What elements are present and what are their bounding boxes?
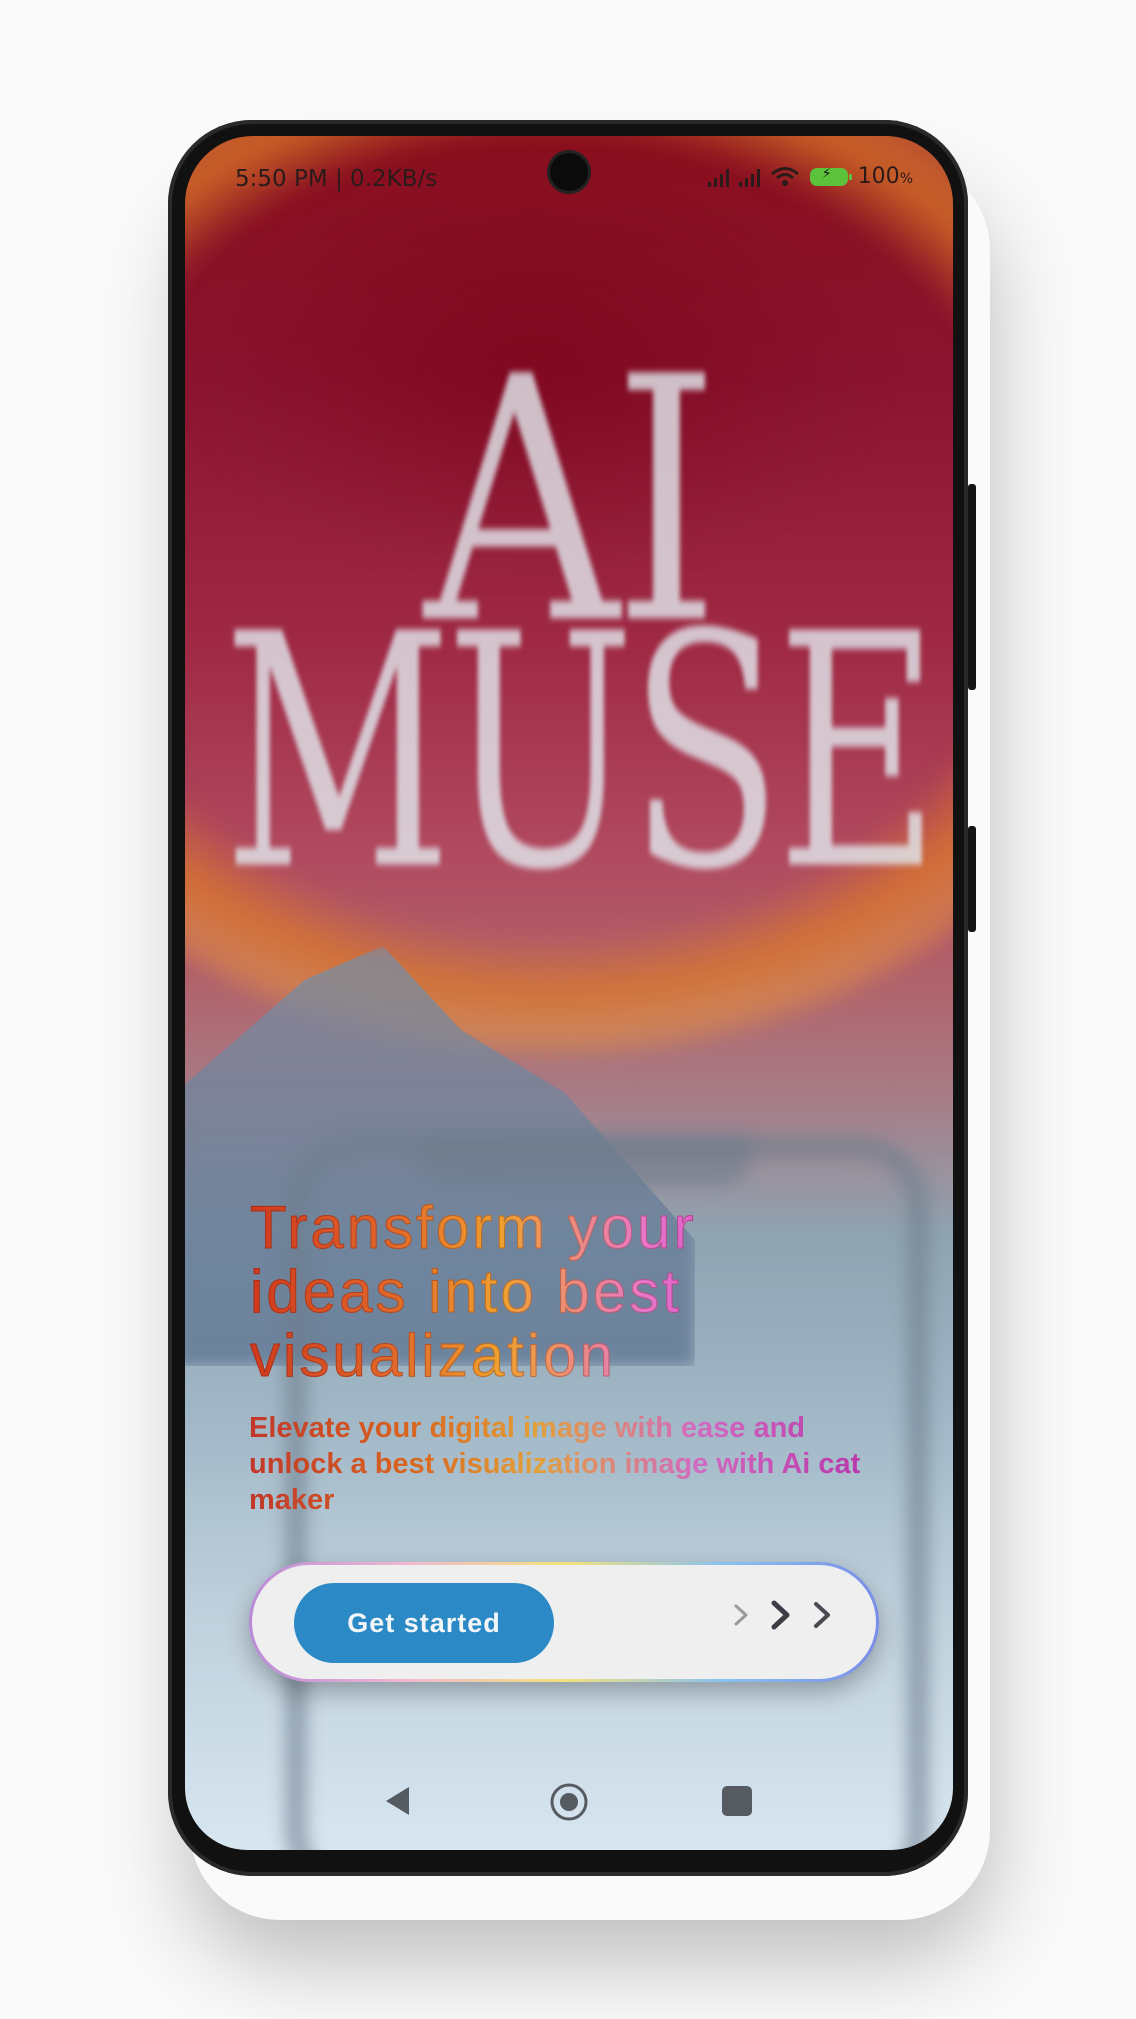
- headline: Transform your ideas into best visualiza…: [250, 1195, 810, 1388]
- system-navigation-bar: [185, 1766, 953, 1836]
- chevron-right-icon: [734, 1604, 748, 1626]
- app-screen: AI MUSE 5:50 PM | 0.2KB/s ⚡ 100% Transfo…: [185, 136, 953, 1850]
- front-camera: [550, 153, 588, 191]
- power-button: [968, 826, 976, 932]
- battery-charging-icon: ⚡: [809, 166, 852, 186]
- signal-bars-icon: [738, 167, 760, 187]
- volume-button: [968, 484, 976, 690]
- get-started-button[interactable]: Get started: [294, 1583, 554, 1663]
- status-time: 5:50 PM | 0.2KB/s: [235, 166, 438, 192]
- signal-bars-icon: [707, 167, 729, 187]
- swipe-to-start-bar[interactable]: Get started: [249, 1562, 879, 1682]
- wifi-icon: [770, 166, 799, 186]
- chevron-right-icon: [771, 1600, 790, 1630]
- status-bar: 5:50 PM | 0.2KB/s ⚡ 100%: [185, 136, 953, 216]
- status-icons: ⚡ 100%: [707, 164, 913, 189]
- back-triangle-icon[interactable]: [383, 1784, 413, 1818]
- recent-square-icon[interactable]: [722, 1786, 752, 1816]
- background-phone-notch: [420, 1136, 750, 1186]
- subtitle: Elevate your digital image with ease and…: [249, 1410, 889, 1518]
- chevron-group: [732, 1597, 832, 1633]
- chevron-right-icon: [814, 1602, 830, 1628]
- home-circle-icon[interactable]: [549, 1782, 589, 1822]
- battery-percentage: 100%: [857, 164, 913, 189]
- brand-logo-muse: MUSE: [223, 566, 939, 942]
